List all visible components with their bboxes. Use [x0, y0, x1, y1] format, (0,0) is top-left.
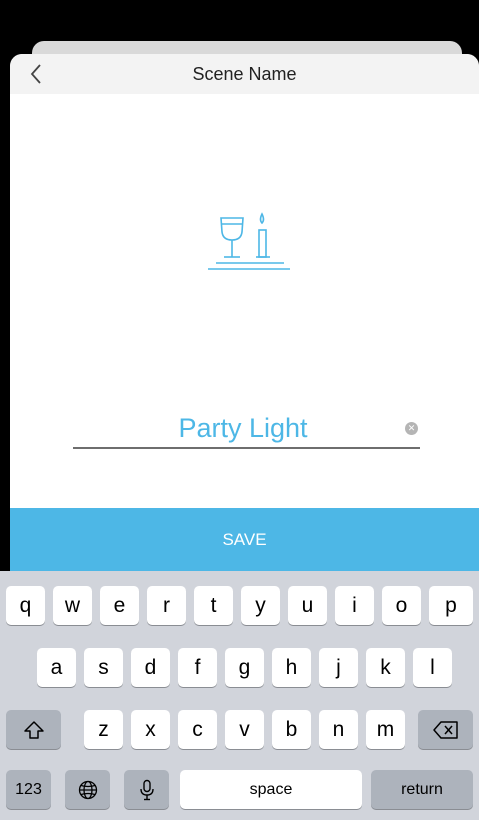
page-title: Scene Name — [192, 64, 297, 84]
key-s[interactable]: s — [84, 648, 123, 687]
key-v[interactable]: v — [225, 710, 264, 749]
save-button[interactable]: SAVE — [10, 508, 479, 571]
key-r[interactable]: r — [147, 586, 186, 625]
scene-name-field: ✕ — [73, 409, 420, 449]
key-p[interactable]: p — [429, 586, 473, 625]
shift-icon — [23, 720, 44, 739]
microphone-icon — [139, 779, 154, 800]
numbers-key[interactable]: 123 — [6, 770, 51, 809]
key-a[interactable]: a — [37, 648, 76, 687]
key-g[interactable]: g — [225, 648, 264, 687]
shift-key[interactable] — [6, 710, 61, 749]
key-f[interactable]: f — [178, 648, 217, 687]
key-l[interactable]: l — [413, 648, 452, 687]
key-k[interactable]: k — [366, 648, 405, 687]
key-o[interactable]: o — [382, 586, 421, 625]
navigation-bar: Scene Name — [10, 54, 479, 94]
key-c[interactable]: c — [178, 710, 217, 749]
dinner-candle-icon — [208, 212, 290, 270]
key-z[interactable]: z — [84, 710, 123, 749]
globe-icon — [78, 780, 97, 799]
microphone-key[interactable] — [124, 770, 169, 809]
key-w[interactable]: w — [53, 586, 92, 625]
key-x[interactable]: x — [131, 710, 170, 749]
key-t[interactable]: t — [194, 586, 233, 625]
globe-key[interactable] — [65, 770, 110, 809]
key-y[interactable]: y — [241, 586, 280, 625]
key-i[interactable]: i — [335, 586, 374, 625]
scene-name-input[interactable] — [113, 411, 373, 445]
key-m[interactable]: m — [366, 710, 405, 749]
space-key[interactable]: space — [180, 770, 362, 809]
backspace-key[interactable] — [418, 710, 473, 749]
key-u[interactable]: u — [288, 586, 327, 625]
return-key[interactable]: return — [371, 770, 473, 809]
key-d[interactable]: d — [131, 648, 170, 687]
key-q[interactable]: q — [6, 586, 45, 625]
key-b[interactable]: b — [272, 710, 311, 749]
backspace-icon — [432, 720, 458, 739]
key-j[interactable]: j — [319, 648, 358, 687]
keyboard: q w e r t y u i o p a s d f g h j k l z … — [0, 571, 479, 820]
key-e[interactable]: e — [100, 586, 139, 625]
key-n[interactable]: n — [319, 710, 358, 749]
clear-circle-icon[interactable]: ✕ — [405, 422, 418, 435]
key-h[interactable]: h — [272, 648, 311, 687]
